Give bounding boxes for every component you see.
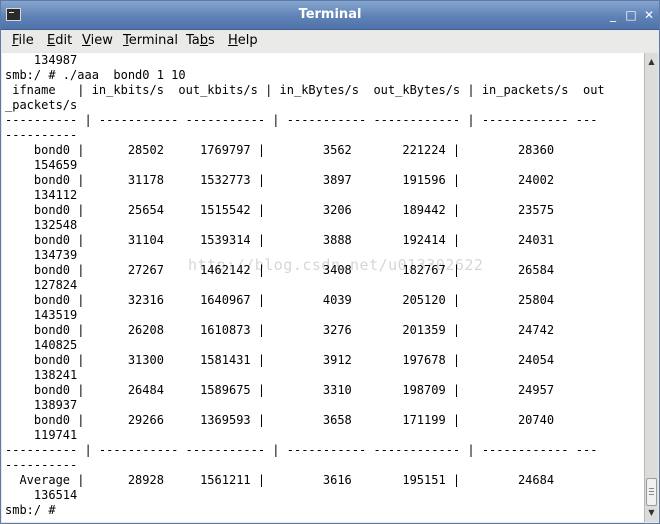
menu-view[interactable]: View bbox=[82, 33, 113, 48]
terminal-line: ---------- bbox=[5, 458, 78, 472]
terminal-line: 134739 bbox=[5, 248, 78, 262]
terminal-line: 134112 bbox=[5, 188, 78, 202]
terminal-line: bond0 | 29266 1369593 | 3658 171199 | 20… bbox=[5, 413, 555, 427]
terminal-line: ---------- | ----------- ----------- | -… bbox=[5, 443, 598, 457]
watermark-text: http://blog.csdn.net/u013302622 bbox=[188, 256, 484, 274]
terminal-line: bond0 | 32316 1640967 | 4039 205120 | 25… bbox=[5, 293, 555, 307]
menu-edit[interactable]: Edit bbox=[47, 33, 72, 48]
terminal-line: 143519 bbox=[5, 308, 78, 322]
vertical-scrollbar[interactable]: ▲ ▼ bbox=[644, 53, 658, 522]
terminal-line: bond0 | 31178 1532773 | 3897 191596 | 24… bbox=[5, 173, 555, 187]
scroll-down-icon[interactable]: ▼ bbox=[645, 506, 658, 520]
terminal-output[interactable]: 134987 smb:/ # ./aaa bond0 1 10 ifname |… bbox=[2, 53, 644, 522]
menu-help[interactable]: Help bbox=[228, 33, 258, 48]
close-icon[interactable]: ✕ bbox=[641, 7, 657, 23]
terminal-line: 138241 bbox=[5, 368, 78, 382]
scrollbar-thumb[interactable] bbox=[646, 478, 657, 506]
terminal-line: ---------- | ----------- ----------- | -… bbox=[5, 113, 598, 127]
terminal-line: _packets/s bbox=[5, 98, 78, 112]
maximize-icon[interactable]: □ bbox=[623, 7, 639, 23]
window-title: Terminal bbox=[298, 7, 362, 22]
terminal-line: bond0 | 26484 1589675 | 3310 198709 | 24… bbox=[5, 383, 555, 397]
terminal-line: Average | 28928 1561211 | 3616 195151 | … bbox=[5, 473, 555, 487]
terminal-line: 154659 bbox=[5, 158, 78, 172]
menu-terminal[interactable]: Terminal bbox=[123, 33, 178, 48]
terminal-line: bond0 | 31104 1539314 | 3888 192414 | 24… bbox=[5, 233, 555, 247]
terminal-line: smb:/ # bbox=[5, 503, 63, 517]
terminal-line: 138937 bbox=[5, 398, 78, 412]
terminal-line: ifname | in_kbits/s out_kbits/s | in_kBy… bbox=[5, 83, 605, 97]
menu-bar: File Edit View Terminal Tabs Help bbox=[1, 30, 659, 52]
terminal-line: bond0 | 28502 1769797 | 3562 221224 | 28… bbox=[5, 143, 555, 157]
terminal-line: bond0 | 31300 1581431 | 3912 197678 | 24… bbox=[5, 353, 555, 367]
terminal-line: smb:/ # ./aaa bond0 1 10 bbox=[5, 68, 186, 82]
terminal-line: 136514 bbox=[5, 488, 78, 502]
terminal-window: Terminal _ □ ✕ File Edit View Terminal T… bbox=[0, 0, 660, 524]
menu-tabs[interactable]: Tabs bbox=[186, 33, 215, 48]
terminal-text: 134987 smb:/ # ./aaa bond0 1 10 ifname |… bbox=[2, 53, 644, 518]
terminal-line: 132548 bbox=[5, 218, 78, 232]
terminal-line: 140825 bbox=[5, 338, 78, 352]
terminal-line: bond0 | 25654 1515542 | 3206 189442 | 23… bbox=[5, 203, 555, 217]
minimize-icon[interactable]: _ bbox=[605, 7, 621, 23]
terminal-line: ---------- bbox=[5, 128, 78, 142]
terminal-line: bond0 | 26208 1610873 | 3276 201359 | 24… bbox=[5, 323, 555, 337]
terminal-line: 127824 bbox=[5, 278, 78, 292]
scroll-up-icon[interactable]: ▲ bbox=[645, 55, 658, 69]
menu-file[interactable]: File bbox=[12, 33, 34, 48]
terminal-line: 134987 bbox=[5, 53, 78, 67]
title-bar[interactable]: Terminal _ □ ✕ bbox=[1, 1, 659, 30]
terminal-line: 119741 bbox=[5, 428, 78, 442]
